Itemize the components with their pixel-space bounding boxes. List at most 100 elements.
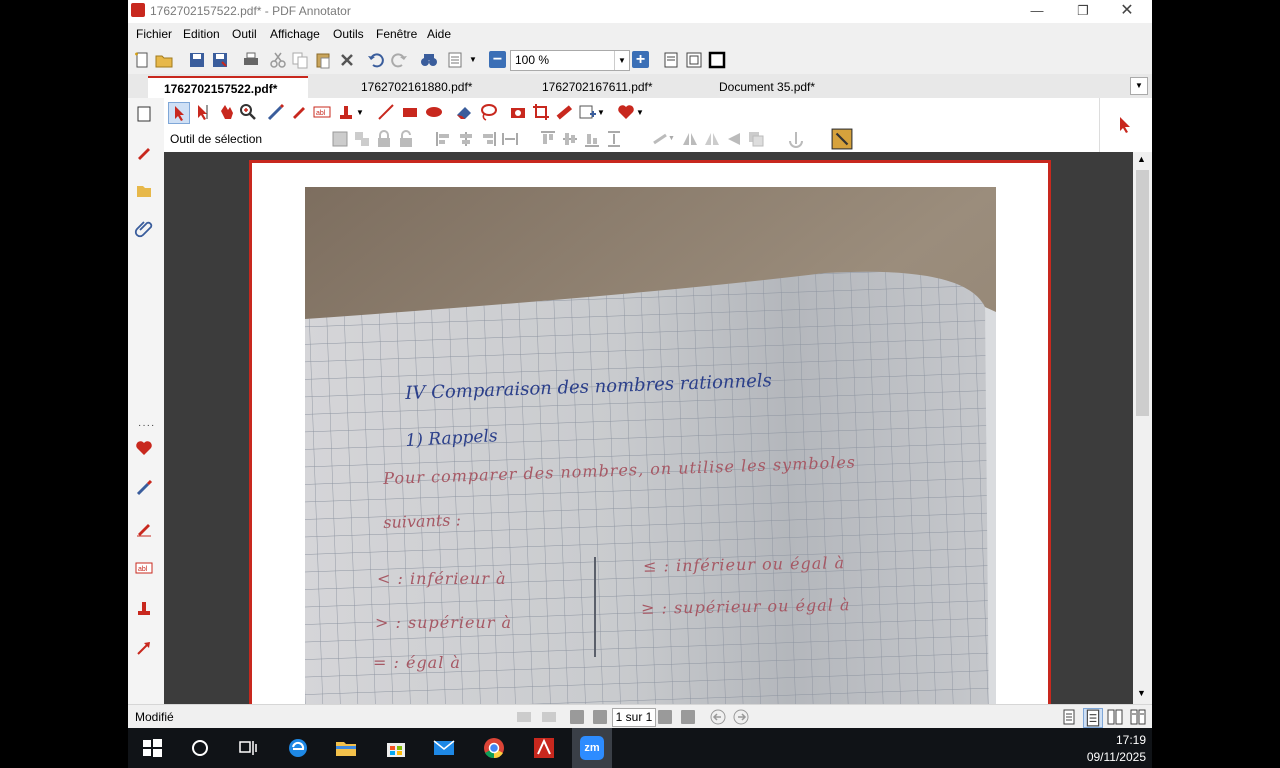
zoom-tool-icon[interactable] bbox=[238, 102, 258, 122]
lasso-tool-icon[interactable] bbox=[478, 102, 498, 122]
chevron-down-icon[interactable]: ▼ bbox=[356, 108, 364, 117]
favorite-heart-icon[interactable] bbox=[616, 102, 636, 122]
zoom-select[interactable]: 100 % ▼ bbox=[510, 50, 630, 71]
tab-1762702161880[interactable]: 1762702161880.pdf* bbox=[313, 76, 483, 98]
page-layout-icon[interactable] bbox=[446, 50, 466, 70]
select-tool-icon[interactable] bbox=[168, 102, 190, 124]
align-middle-icon[interactable] bbox=[560, 129, 580, 149]
stamp-tool-icon[interactable] bbox=[336, 102, 356, 122]
text-box-tool-icon[interactable]: abl bbox=[312, 102, 332, 122]
heart-icon[interactable] bbox=[134, 438, 154, 458]
system-clock[interactable]: 17:19 09/11/2025 bbox=[1087, 732, 1146, 766]
ruler-tool-icon[interactable] bbox=[554, 102, 574, 122]
select-text-icon[interactable] bbox=[192, 102, 212, 122]
save-icon[interactable] bbox=[187, 50, 207, 70]
two-page-view-icon[interactable] bbox=[1107, 709, 1123, 725]
insert-image-icon[interactable] bbox=[577, 102, 597, 122]
redo-icon[interactable] bbox=[389, 50, 409, 70]
line-tool-icon[interactable] bbox=[376, 102, 396, 122]
chevron-down-icon[interactable]: ▼ bbox=[469, 55, 477, 64]
menu-aide[interactable]: Aide bbox=[427, 27, 451, 41]
align-top-icon[interactable] bbox=[538, 129, 558, 149]
search-icon[interactable] bbox=[188, 736, 212, 760]
menu-affichage[interactable]: Affichage bbox=[270, 27, 320, 41]
menu-fichier[interactable]: Fichier bbox=[136, 27, 172, 41]
previous-view-icon[interactable] bbox=[516, 709, 534, 725]
distribute-vertical-icon[interactable] bbox=[604, 129, 624, 149]
save-all-icon[interactable] bbox=[210, 50, 230, 70]
menu-outil[interactable]: Outil bbox=[232, 27, 257, 41]
highlighter-icon[interactable] bbox=[134, 478, 154, 498]
next-view-icon[interactable] bbox=[539, 709, 557, 725]
task-view-icon[interactable] bbox=[236, 736, 260, 760]
two-page-continuous-view-icon[interactable] bbox=[1130, 709, 1146, 725]
tab-1762702157522[interactable]: 1762702157522.pdf* bbox=[148, 76, 308, 99]
forward-arrow-icon[interactable] bbox=[733, 709, 749, 725]
pdf-annotator-taskbar-icon[interactable] bbox=[532, 736, 556, 760]
document-viewport[interactable]: IV Comparaison des nombres rationnels 1)… bbox=[164, 152, 1133, 704]
edge-browser-icon[interactable] bbox=[286, 736, 310, 760]
align-left-icon[interactable] bbox=[434, 129, 454, 149]
menu-edition[interactable]: Edition bbox=[183, 27, 220, 41]
print-icon[interactable] bbox=[241, 50, 261, 70]
chrome-browser-icon[interactable] bbox=[482, 736, 506, 760]
chevron-down-icon[interactable]: ▼ bbox=[614, 51, 629, 70]
file-explorer-icon[interactable] bbox=[334, 736, 358, 760]
tab-1762702167611[interactable]: 1762702167611.pdf* bbox=[496, 76, 666, 98]
windows-start-icon[interactable] bbox=[140, 736, 164, 760]
vertical-scrollbar[interactable]: ▲ ▼ bbox=[1133, 152, 1152, 704]
menu-fenetre[interactable]: Fenêtre bbox=[376, 27, 417, 41]
marker-icon[interactable] bbox=[134, 518, 154, 538]
paste-icon[interactable] bbox=[313, 50, 333, 70]
distribute-horizontal-icon[interactable] bbox=[500, 129, 520, 149]
zoom-out-button[interactable]: − bbox=[489, 51, 506, 68]
flip-horizontal-icon[interactable] bbox=[680, 129, 700, 149]
mail-icon[interactable] bbox=[432, 736, 456, 760]
close-button[interactable]: ✕ bbox=[1104, 0, 1150, 23]
send-back-icon[interactable] bbox=[724, 129, 744, 149]
align-bottom-icon[interactable] bbox=[582, 129, 602, 149]
stamp-icon[interactable] bbox=[134, 598, 154, 618]
minimize-button[interactable]: — bbox=[1014, 0, 1060, 23]
scroll-down-icon[interactable]: ▼ bbox=[1137, 688, 1146, 698]
hand-icon[interactable] bbox=[216, 102, 236, 122]
pen-icon[interactable] bbox=[134, 142, 154, 162]
single-page-icon[interactable] bbox=[661, 50, 681, 70]
undo-icon[interactable] bbox=[366, 50, 386, 70]
anchor-icon[interactable] bbox=[786, 129, 806, 149]
open-folder-icon[interactable] bbox=[154, 50, 174, 70]
page-indicator[interactable]: 1 sur 1 bbox=[612, 708, 656, 727]
align-right-icon[interactable] bbox=[478, 129, 498, 149]
store-icon[interactable] bbox=[384, 736, 408, 760]
lock-icon[interactable] bbox=[374, 129, 394, 149]
sidebar-grip[interactable]: ···· bbox=[138, 420, 155, 431]
chevron-down-icon[interactable]: ▼ bbox=[668, 135, 675, 142]
pen-tool-icon[interactable] bbox=[266, 102, 286, 122]
eraser-tool-icon[interactable] bbox=[454, 102, 474, 122]
new-document-icon[interactable] bbox=[132, 50, 152, 70]
tabs-dropdown-button[interactable]: ▼ bbox=[1130, 77, 1148, 95]
tab-document-35[interactable]: Document 35.pdf* bbox=[688, 76, 858, 98]
unlock-icon[interactable] bbox=[396, 129, 416, 149]
ellipse-tool-icon[interactable] bbox=[424, 102, 444, 122]
rectangle-tool-icon[interactable] bbox=[400, 102, 420, 122]
paperclip-icon[interactable] bbox=[134, 218, 154, 238]
zoom-in-button[interactable]: + bbox=[632, 51, 649, 68]
zoom-taskbar-button[interactable]: zm bbox=[572, 728, 612, 768]
chevron-down-icon[interactable]: ▼ bbox=[597, 108, 605, 117]
chevron-down-icon[interactable]: ▼ bbox=[636, 108, 644, 117]
last-page-button[interactable] bbox=[681, 710, 695, 724]
delete-icon[interactable] bbox=[337, 50, 357, 70]
folder-icon[interactable] bbox=[134, 180, 154, 200]
crop-tool-icon[interactable] bbox=[531, 102, 551, 122]
restore-button[interactable]: ❐ bbox=[1060, 0, 1106, 23]
rotate-icon[interactable] bbox=[650, 129, 670, 149]
page-thumbnail-icon[interactable] bbox=[134, 104, 154, 124]
scroll-up-icon[interactable]: ▲ bbox=[1137, 154, 1146, 164]
single-page-view-icon[interactable] bbox=[1061, 709, 1077, 725]
menu-outils[interactable]: Outils bbox=[333, 27, 364, 41]
cut-icon[interactable] bbox=[268, 50, 288, 70]
camera-tool-icon[interactable] bbox=[508, 102, 528, 122]
binoculars-icon[interactable] bbox=[419, 50, 439, 70]
align-center-icon[interactable] bbox=[456, 129, 476, 149]
